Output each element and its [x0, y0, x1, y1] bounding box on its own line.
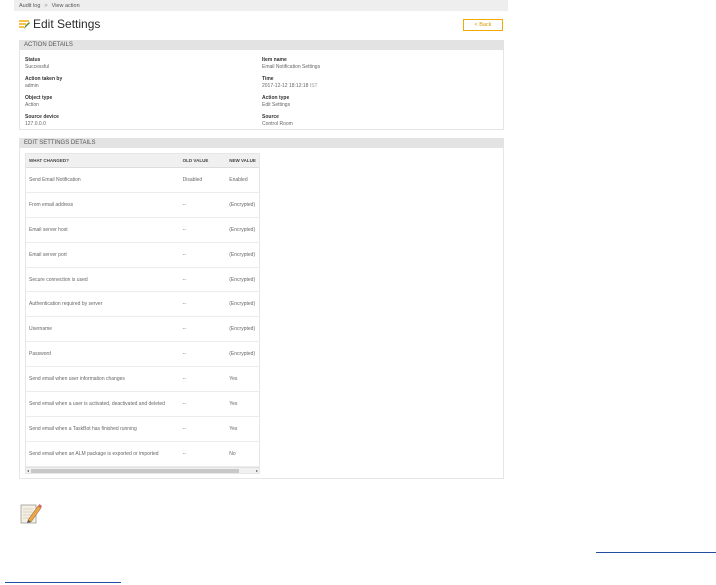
cell-new-value: Enabled [229, 176, 248, 183]
cell-old-value: -- [182, 450, 186, 457]
scroll-right-icon[interactable]: ▸ [256, 468, 258, 473]
page-header: Edit Settings [18, 17, 100, 31]
cell-old-value: -- [182, 376, 186, 383]
column-old-value[interactable]: OLD VALUE [180, 158, 228, 163]
detail-value: 2017-12-12 18:12:18 IST [262, 83, 318, 90]
cell-what-changed: Secure connection is used [29, 276, 88, 283]
cell-new-value: Yes [229, 425, 238, 432]
table-row: Authentication required by server -- (Encr… [26, 292, 259, 318]
detail-action-taken-by: Action taken by admin [25, 76, 62, 89]
column-what-changed[interactable]: WHAT CHANGED? [26, 158, 180, 163]
scroll-left-icon[interactable]: ◂ [27, 468, 29, 473]
detail-value: Email Notification Settings [262, 63, 321, 70]
cell-what-changed: Send Email Notification [29, 176, 81, 183]
detail-value: Action [25, 101, 39, 108]
scrollbar-thumb[interactable] [31, 469, 239, 473]
pencil-note-icon [20, 504, 42, 524]
cell-old-value: -- [182, 301, 186, 308]
cell-what-changed: Send email when user information changes [29, 376, 125, 383]
cell-old-value: -- [182, 425, 186, 432]
breadcrumb: Audit log > View action [14, 0, 508, 11]
cell-new-value: (Encrypted) [229, 226, 256, 233]
cell-new-value: (Encrypted) [229, 201, 256, 208]
cell-new-value: Yes [229, 376, 238, 383]
table-row: Password -- (Encrypted) [26, 342, 259, 368]
detail-value: admin [25, 82, 39, 89]
cell-what-changed: Send email when a TaskBot has finished r… [29, 425, 137, 432]
detail-value: Successful [25, 63, 50, 70]
cell-new-value: (Encrypted) [229, 276, 256, 283]
cell-what-changed: Send email when an ALM package is export… [29, 450, 159, 457]
table-row: Send email when a user is activated, dea… [26, 392, 259, 417]
cell-what-changed: Email server port [29, 251, 67, 258]
table-row: Email server host -- (Encrypted) [26, 218, 259, 243]
detail-time: Time 2017-12-12 18:12:18 IST [262, 76, 318, 89]
column-new-value[interactable]: NEW VALUE [227, 158, 259, 163]
timezone-label: IST [309, 82, 318, 89]
table-row: Send email when an ALM package is export… [26, 442, 259, 467]
table-row: Username -- (Encrypted) [26, 317, 259, 343]
cell-old-value: -- [182, 251, 186, 258]
detail-label: Source device [25, 114, 59, 120]
cell-old-value: -- [182, 326, 186, 333]
cell-what-changed: Email server host [29, 226, 68, 233]
detail-source-device: Source device 127.0.0.0 [25, 114, 59, 127]
detail-value: Control Room [262, 120, 293, 127]
table-row: Send email when user information changes… [26, 367, 259, 393]
table-row: Send Email Notification Disabled Enabled [26, 168, 259, 193]
cell-new-value: No [229, 450, 236, 457]
detail-label: Object type [25, 95, 53, 101]
cell-new-value: (Encrypted) [229, 351, 256, 358]
table-row: Send email when a TaskBot has finished r… [26, 417, 259, 442]
breadcrumb-view-action: View action [51, 2, 80, 9]
cell-new-value: Yes [229, 400, 238, 407]
cell-new-value: (Encrypted) [229, 326, 256, 333]
link-underline[interactable] [5, 582, 121, 583]
cell-what-changed: Send email when a user is activated, dea… [29, 400, 165, 407]
changes-table: WHAT CHANGED? OLD VALUE NEW VALUE Send E… [25, 153, 260, 474]
detail-source: Source Control Room [262, 114, 293, 127]
detail-label: Action taken by [25, 76, 63, 82]
detail-value: 127.0.0.0 [25, 120, 46, 127]
cell-old-value: Disabled [182, 176, 203, 183]
cell-old-value: -- [182, 400, 186, 407]
time-value: 2017-12-12 18:12:18 [262, 82, 309, 89]
table-row: Secure connection is used -- (Encrypted) [26, 268, 259, 293]
cell-what-changed: Password [29, 351, 51, 358]
detail-object-type: Object type Action [25, 95, 52, 108]
breadcrumb-separator: > [44, 2, 48, 9]
cell-old-value: -- [182, 276, 186, 283]
detail-action-type: Action type Edit Settings [262, 95, 290, 108]
page-title: Edit Settings [33, 17, 101, 31]
table-body: Send Email Notification Disabled Enabled Fr… [26, 168, 259, 467]
table-row: From email address -- (Encrypted) [26, 193, 259, 218]
edit-settings-details-header: EDIT SETTINGS DETAILS [19, 138, 504, 148]
detail-item-name: Item name Email Notification Settings [262, 57, 320, 70]
detail-label: Action type [262, 95, 290, 101]
table-header: WHAT CHANGED? OLD VALUE NEW VALUE [26, 154, 259, 168]
back-button[interactable]: < Back [463, 19, 503, 31]
cell-what-changed: Username [29, 326, 53, 333]
cell-new-value: (Encrypted) [229, 251, 256, 258]
cell-old-value: -- [182, 226, 186, 233]
detail-status: Status Successful [25, 57, 49, 70]
cell-what-changed: From email address [29, 201, 74, 208]
table-row: Email server port -- (Encrypted) [26, 243, 259, 268]
cell-what-changed: Authentication required by server [29, 301, 103, 308]
breadcrumb-audit-log[interactable]: Audit log [19, 3, 40, 9]
cell-old-value: -- [182, 351, 186, 358]
edit-settings-icon [19, 20, 30, 29]
detail-value: Edit Settings [262, 101, 291, 108]
action-details-header: ACTION DETAILS [19, 40, 504, 50]
horizontal-scrollbar[interactable]: ◂ ▸ [26, 467, 259, 473]
cell-old-value: -- [182, 201, 186, 208]
cell-new-value: (Encrypted) [229, 301, 256, 308]
link-underline[interactable] [596, 552, 716, 553]
